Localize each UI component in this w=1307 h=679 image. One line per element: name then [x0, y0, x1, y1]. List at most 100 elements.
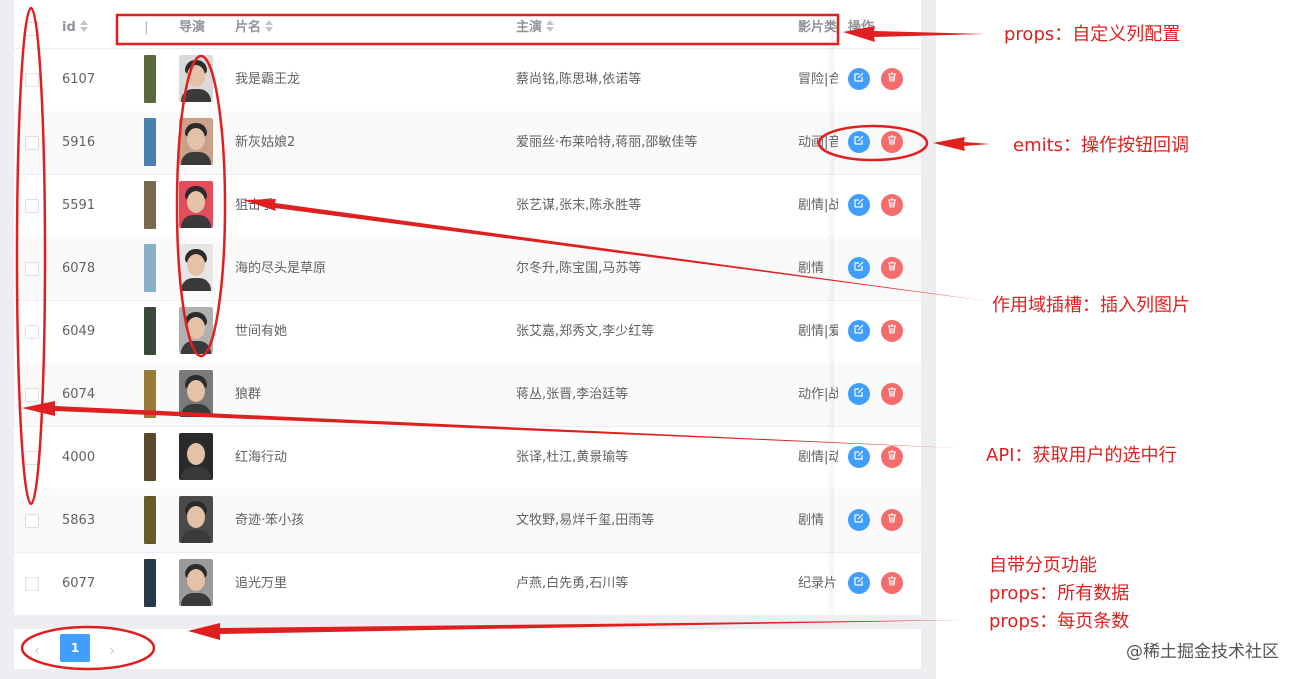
- row-checkbox[interactable]: [25, 199, 39, 213]
- director-photo: [179, 496, 213, 543]
- table-row: 5863 奇迹·笨小孩 文牧野,易烊千玺,田雨等 剧情: [14, 489, 921, 553]
- cell-cast: 文牧野,易烊千玺,田雨等: [516, 513, 655, 528]
- annotation-pager-line3: props：每页条数: [989, 611, 1130, 632]
- photo-body: [181, 593, 211, 606]
- annotation-emits: emits：操作按钮回调: [1013, 135, 1190, 156]
- cell-genre: 剧情|爱: [798, 324, 838, 339]
- header-cast[interactable]: 主演: [516, 8, 555, 48]
- row-checkbox[interactable]: [25, 73, 39, 87]
- pagination: ‹ 1 ›: [14, 629, 921, 669]
- header-director: 导演: [179, 20, 206, 35]
- poster-thumbnail: [144, 433, 156, 481]
- poster-thumbnail: [144, 370, 156, 418]
- table-row: 4000 红海行动 张译,杜江,黄景瑜等 剧情|动: [14, 426, 921, 490]
- row-checkbox[interactable]: [25, 514, 39, 528]
- row-checkbox[interactable]: [25, 451, 39, 465]
- header-poster: |: [144, 20, 149, 35]
- table-row: 6078 海的尽头是草原 尔冬升,陈宝国,马苏等 剧情: [14, 237, 921, 301]
- photo-body: [181, 467, 211, 480]
- table-row: 6077 追光万里 卢燕,白先勇,石川等 纪录片: [14, 552, 921, 615]
- row-checkbox[interactable]: [25, 388, 39, 402]
- prev-page-button[interactable]: ‹: [26, 637, 48, 665]
- cell-genre: 剧情: [798, 513, 825, 528]
- cell-cast: 张艺谋,张末,陈永胜等: [516, 198, 642, 213]
- annotation-props-columns: props：自定义列配置: [1004, 24, 1181, 45]
- photo-body: [181, 89, 211, 102]
- director-photo: [179, 559, 213, 606]
- photo-body: [181, 278, 211, 291]
- director-photo: [179, 244, 213, 291]
- photo-face: [187, 380, 205, 402]
- sort-caret-icon[interactable]: [79, 20, 88, 32]
- screenshot-stage: id | 导演 片名 主演 影片类 操作 6107 我是霸王龙 蔡尚铭,陈思琳,依诺…: [0, 0, 1307, 679]
- row-checkbox[interactable]: [25, 262, 39, 276]
- select-all-checkbox[interactable]: [25, 22, 39, 36]
- table-row: 6074 狼群 蒋丛,张晋,李治廷等 动作|战: [14, 363, 921, 427]
- cell-id: 5591: [62, 198, 96, 213]
- cell-genre: 剧情|动: [798, 450, 838, 465]
- director-photo: [179, 307, 213, 354]
- cell-cast: 卢燕,白先勇,石川等: [516, 576, 629, 591]
- cell-id: 6077: [62, 576, 96, 591]
- photo-body: [181, 152, 211, 165]
- poster-thumbnail: [144, 244, 156, 292]
- cell-genre: 动画|音: [798, 135, 838, 150]
- photo-face: [187, 569, 205, 591]
- table-row: 5591 狙击手 张艺谋,张末,陈永胜等 剧情|战: [14, 174, 921, 238]
- cell-genre: 冒险|合: [798, 72, 838, 87]
- page-number-button[interactable]: 1: [60, 634, 90, 662]
- header-genre: 影片类: [798, 20, 838, 35]
- row-checkbox[interactable]: [25, 325, 39, 339]
- cell-title: 海的尽头是草原: [235, 261, 327, 276]
- cell-id: 5863: [62, 513, 96, 528]
- row-checkbox[interactable]: [25, 136, 39, 150]
- photo-face: [187, 254, 205, 276]
- movie-table: id | 导演 片名 主演 影片类 操作 6107 我是霸王龙 蔡尚铭,陈思琳,依诺…: [14, 8, 921, 615]
- annotation-scoped-slot: 作用域插槽：插入列图片: [992, 295, 1190, 316]
- poster-thumbnail: [144, 307, 156, 355]
- cell-cast: 张译,杜江,黄景瑜等: [516, 450, 629, 465]
- header-title-label: 片名: [235, 20, 262, 35]
- director-photo: [179, 55, 213, 102]
- photo-body: [181, 404, 211, 417]
- cell-id: 6078: [62, 261, 96, 276]
- cell-id: 5916: [62, 135, 96, 150]
- header-title[interactable]: 片名: [235, 8, 274, 48]
- annotation-api: API：获取用户的选中行: [986, 445, 1177, 466]
- sort-caret-icon[interactable]: [265, 20, 274, 32]
- photo-face: [187, 65, 205, 87]
- annotation-pager-line1: 自带分页功能: [989, 555, 1097, 576]
- cell-id: 6049: [62, 324, 96, 339]
- next-page-button[interactable]: ›: [101, 637, 123, 665]
- annotation-pager-line2: props：所有数据: [989, 583, 1130, 604]
- cell-id: 4000: [62, 450, 96, 465]
- page-background-gap: [14, 615, 921, 629]
- header-id-label: id: [62, 20, 76, 35]
- photo-body: [181, 215, 211, 228]
- photo-face: [187, 191, 205, 213]
- page-background-left: [0, 0, 14, 679]
- poster-thumbnail: [144, 118, 156, 166]
- cell-id: 6074: [62, 387, 96, 402]
- director-photo: [179, 181, 213, 228]
- sort-caret-icon[interactable]: [546, 20, 555, 32]
- table-row: 5916 新灰姑娘2 爱丽丝·布莱哈特,蒋丽,邵敏佳等 动画|音: [14, 111, 921, 175]
- cell-cast: 张艾嘉,郑秀文,李少红等: [516, 324, 655, 339]
- director-photo: [179, 118, 213, 165]
- row-checkbox[interactable]: [25, 577, 39, 591]
- table-header: id | 导演 片名 主演 影片类 操作: [14, 8, 921, 49]
- cell-genre: 剧情: [798, 261, 825, 276]
- arrow-emits: [933, 137, 990, 151]
- director-photo: [179, 370, 213, 417]
- cell-title: 奇迹·笨小孩: [235, 513, 305, 528]
- header-id[interactable]: id: [62, 8, 88, 48]
- cell-title: 狙击手: [235, 198, 275, 213]
- cell-genre: 动作|战: [798, 387, 838, 402]
- cell-cast: 爱丽丝·布莱哈特,蒋丽,邵敏佳等: [516, 135, 698, 150]
- poster-thumbnail: [144, 559, 156, 607]
- cell-title: 新灰姑娘2: [235, 135, 296, 150]
- photo-body: [181, 341, 211, 354]
- cell-title: 红海行动: [235, 450, 288, 465]
- poster-thumbnail: [144, 55, 156, 103]
- header-cast-label: 主演: [516, 20, 543, 35]
